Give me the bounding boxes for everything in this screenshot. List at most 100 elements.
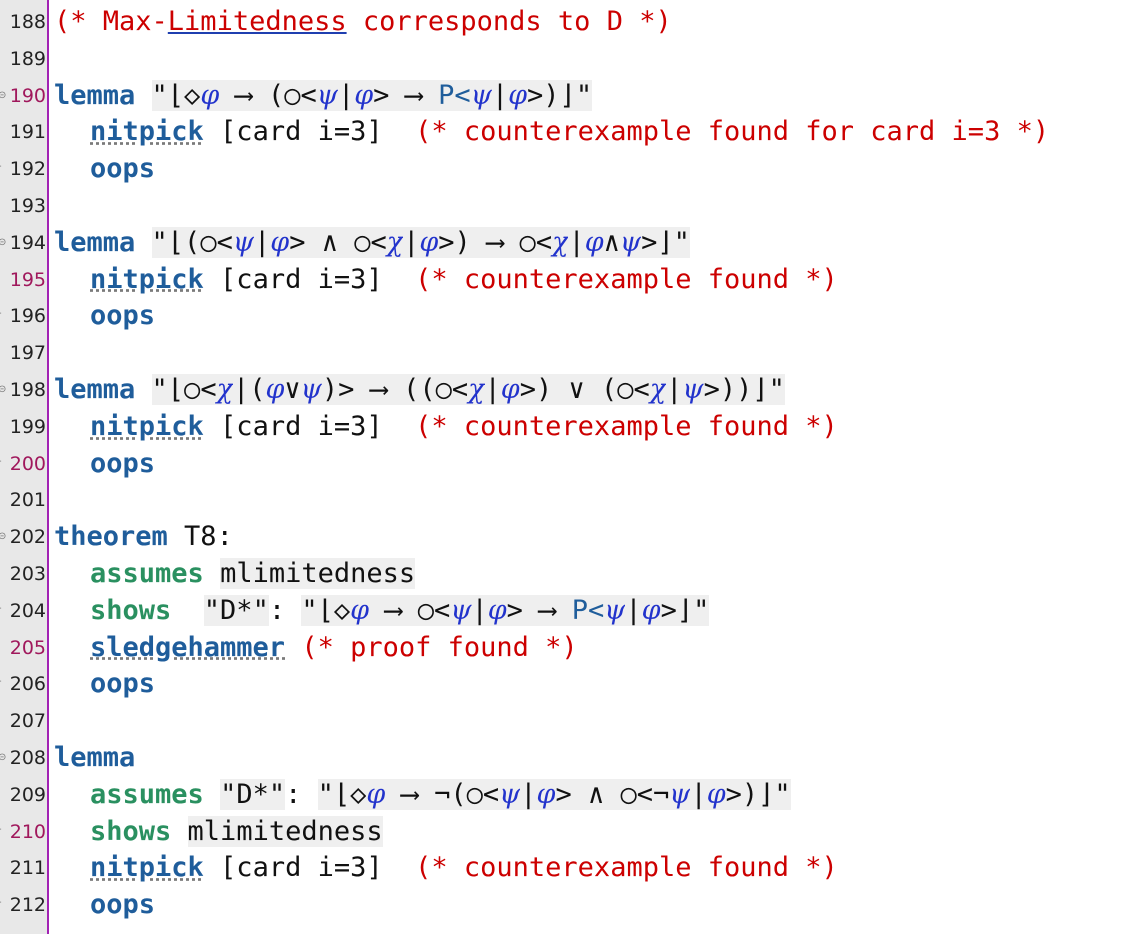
code-text[interactable]: nitpick [card i=3] (* counterexample fou… — [90, 262, 838, 299]
code-text[interactable]: theorem T8: — [54, 519, 233, 556]
variable-token: φ — [706, 778, 726, 810]
variable-token: ψ — [470, 79, 492, 111]
code-line[interactable]: 199 nitpick [card i=3] (* counterexample … — [0, 409, 1140, 446]
variable-token: φ — [419, 226, 439, 258]
code-text[interactable]: lemma "⌊◇φ ⟶ (○<ψ|φ> ⟶ P<ψ|φ>)⌋" — [54, 78, 593, 115]
code-token: "⌊(○< — [151, 226, 233, 258]
code-text[interactable]: lemma — [54, 740, 135, 777]
code-text[interactable]: oops — [90, 666, 155, 703]
line-number: 210 — [9, 820, 46, 843]
code-text[interactable]: oops — [90, 151, 155, 188]
code-text[interactable]: oops — [90, 446, 155, 483]
code-text[interactable]: (* Max-Limitedness corresponds to D *) — [54, 4, 672, 41]
code-line[interactable]: 212- oops — [0, 887, 1140, 924]
code-token: )> ⟶ ((○< — [321, 374, 469, 405]
line-number: 194 — [9, 231, 46, 254]
code-token: >) ⟶ ○< — [438, 226, 553, 258]
code-line[interactable]: 190 ⊝ lemma "⌊◇φ ⟶ (○<ψ|φ> ⟶ P<ψ|φ>)⌋" — [0, 78, 1140, 115]
code-line[interactable]: 206- oops — [0, 666, 1140, 703]
keyword-token[interactable]: nitpick — [90, 264, 204, 295]
keyword-token[interactable]: sledgehammer — [90, 632, 285, 663]
keyword-token: shows — [90, 815, 172, 847]
code-line[interactable]: 196- oops — [0, 298, 1140, 335]
line-number: 199 — [9, 415, 46, 438]
code-line[interactable]: 189 — [0, 41, 1140, 78]
code-line[interactable]: 205 sledgehammer (* proof found *) — [0, 630, 1140, 667]
line-number: 206 — [9, 673, 46, 696]
line-number: 202 — [9, 526, 46, 549]
code-line[interactable]: 211 nitpick [card i=3] (* counterexample … — [0, 850, 1140, 887]
code-line[interactable]: 208 ⊝ lemma — [0, 740, 1140, 777]
code-line[interactable]: 201 — [0, 482, 1140, 519]
line-number: 209 — [9, 783, 46, 806]
code-line[interactable]: 202 ⊝ theorem T8: — [0, 519, 1140, 556]
line-number: 189 — [9, 47, 46, 70]
code-line[interactable]: 194 ⊝ lemma "⌊(○<ψ|φ> ∧ ○<χ|φ>) ⟶ ○<χ|φ∧ψ>… — [0, 225, 1140, 262]
code-text[interactable]: nitpick [card i=3] (* counterexample fou… — [90, 114, 1049, 151]
code-text[interactable]: nitpick [card i=3] (* counterexample fou… — [90, 850, 838, 887]
code-text[interactable]: lemma "⌊(○<ψ|φ> ∧ ○<χ|φ>) ⟶ ○<χ|φ∧ψ>⌋" — [54, 225, 690, 262]
code-text[interactable]: oops — [90, 887, 155, 924]
fold-marker-icon[interactable]: ⊝ — [0, 90, 6, 101]
code-token: | — [666, 374, 683, 405]
comment-token: (* counterexample found *) — [415, 852, 838, 884]
code-line[interactable]: 192- oops — [0, 151, 1140, 188]
code-line[interactable]: 188 (* Max-Limitedness corresponds to D *… — [0, 4, 1140, 41]
code-line[interactable]: 204-shows "D*": "⌊◇φ ⟶ ○<ψ|φ> ⟶ P<ψ|φ>⌋" — [0, 593, 1140, 630]
comment-token: (* counterexample found *) — [415, 263, 838, 295]
code-line[interactable]: 193 — [0, 188, 1140, 225]
line-number: 193 — [9, 195, 46, 217]
code-line[interactable]: 210- shows mlimitedness — [0, 814, 1140, 851]
line-number: 190 — [9, 84, 46, 107]
code-text[interactable]: assumes "D*": "⌊◇φ ⟶ ¬(○<ψ|φ> ∧ ○<¬ψ|φ>)… — [90, 777, 791, 814]
fold-marker-icon[interactable]: ⊝ — [0, 384, 6, 395]
code-text[interactable]: shows "D*": "⌊◇φ ⟶ ○<ψ|φ> ⟶ P<ψ|φ>⌋" — [90, 593, 710, 630]
code-text[interactable]: sledgehammer (* proof found *) — [90, 630, 578, 667]
comment-token: Limitedness — [167, 6, 347, 37]
code-line[interactable]: 191 nitpick [card i=3] (* counterexample … — [0, 114, 1140, 151]
code-token: ⟶ ○< — [369, 594, 451, 626]
code-text[interactable]: oops — [90, 298, 155, 335]
code-line[interactable]: 203 assumes mlimitedness — [0, 556, 1140, 593]
line-number: 201 — [9, 489, 46, 512]
code-token: >)⌋" — [527, 79, 593, 111]
variable-token: ψ — [316, 79, 338, 111]
code-line[interactable]: 200- oops — [0, 446, 1140, 483]
fold-end-icon: - — [0, 824, 2, 835]
code-token: >⌋" — [660, 594, 710, 626]
fold-marker-icon[interactable]: ⊝ — [0, 531, 6, 542]
variable-token: ψ — [232, 226, 255, 258]
code-line[interactable]: 198 ⊝ lemma "⌊○<χ|(φ∨ψ)> ⟶ ((○<χ|φ>) ∨ (○<… — [0, 372, 1140, 409]
code-text[interactable]: shows mlimitedness — [90, 814, 383, 851]
keyword-token[interactable]: nitpick — [90, 411, 204, 442]
code-line[interactable]: 207 — [0, 703, 1140, 740]
keyword-token: oops — [90, 300, 156, 332]
code-text[interactable]: lemma "⌊○<χ|(φ∨ψ)> ⟶ ((○<χ|φ>) ∨ (○<χ|ψ>… — [54, 372, 785, 409]
keyword-token[interactable]: nitpick — [90, 116, 204, 147]
fold-marker-icon[interactable]: ⊝ — [0, 752, 6, 763]
code-token: "⌊◇ — [317, 778, 367, 810]
variable-token: ψ — [604, 594, 626, 626]
code-token: T8: — [167, 521, 233, 553]
keyword-token: oops — [90, 889, 156, 921]
fold-marker-icon[interactable]: ⊝ — [0, 237, 6, 248]
fold-end-icon: - — [0, 308, 2, 319]
variable-token: φ — [536, 778, 556, 810]
keyword-token[interactable]: nitpick — [90, 852, 204, 883]
code-token: ∧ — [603, 226, 620, 258]
variable-token: φ — [487, 594, 507, 626]
fold-end-icon: - — [0, 676, 2, 687]
code-token: | — [491, 79, 509, 111]
code-line[interactable]: 209 assumes "D*": "⌊◇φ ⟶ ¬(○<ψ|φ> ∧ ○<¬ψ|… — [0, 777, 1140, 814]
code-text[interactable]: nitpick [card i=3] (* counterexample fou… — [90, 409, 838, 446]
code-text[interactable]: assumes mlimitedness — [90, 556, 416, 593]
code-line[interactable]: 197 — [0, 335, 1140, 372]
variable-token: φ — [265, 374, 285, 405]
code-line[interactable]: 195 nitpick [card i=3] (* counterexample … — [0, 262, 1140, 299]
line-number: 200 — [9, 452, 46, 475]
